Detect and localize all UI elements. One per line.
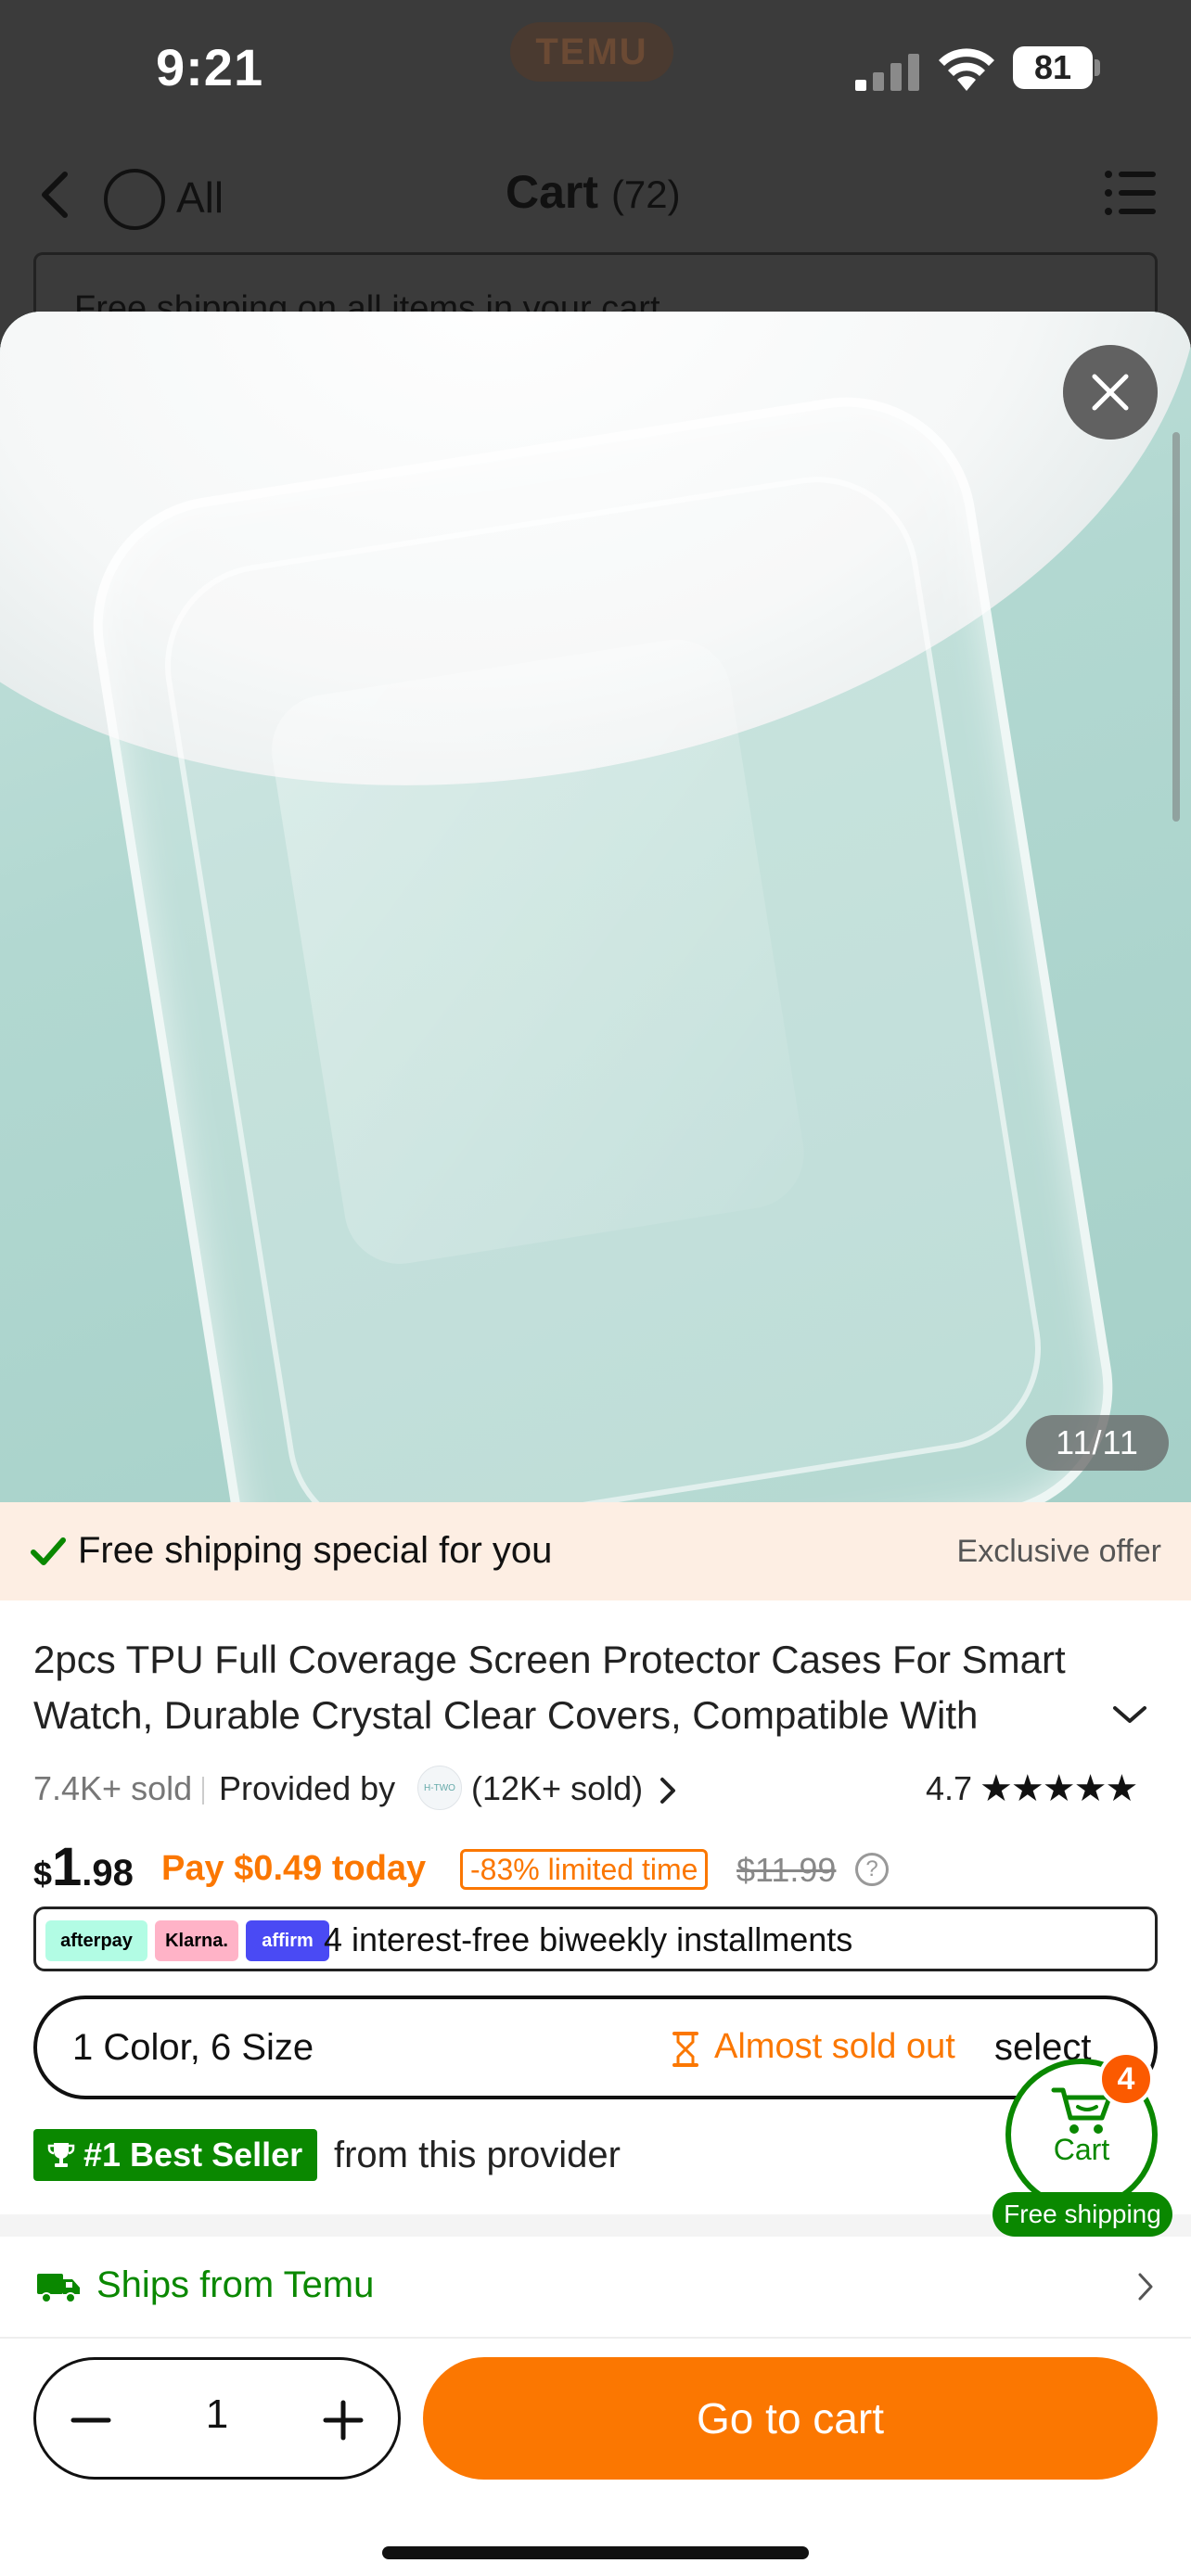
select-all-radio[interactable] xyxy=(104,169,165,230)
cart-title-text: Cart xyxy=(506,166,599,218)
exclusive-offer-text: Exclusive offer xyxy=(956,1534,1161,1569)
select-all-label: All xyxy=(176,173,224,222)
trophy-icon xyxy=(47,2143,75,2167)
provided-by-label[interactable]: Provided by xyxy=(219,1769,395,1808)
installments-box[interactable]: afterpay Klarna. affirm 4 interest-free … xyxy=(33,1906,1158,1971)
bestseller-label: #1 Best Seller xyxy=(83,2136,303,2174)
offer-strip: Free shipping special for you Exclusive … xyxy=(0,1502,1191,1600)
check-icon xyxy=(31,1537,66,1565)
product-image[interactable]: 11/11 xyxy=(0,312,1191,1502)
chevron-right-icon[interactable] xyxy=(659,1777,677,1804)
menu-icon[interactable] xyxy=(1104,169,1156,217)
image-counter: 11/11 xyxy=(1026,1415,1169,1471)
original-price: $11.99 xyxy=(736,1851,837,1889)
chevron-down-icon[interactable] xyxy=(1111,1702,1148,1727)
cart-count-badge: 4 xyxy=(1098,2051,1154,2107)
product-meta-row: 7.4K+ sold Provided by H-TWO (12K+ sold)… xyxy=(33,1764,1165,1816)
sold-count: 7.4K+ sold xyxy=(33,1769,193,1807)
sku-selector-button[interactable]: 1 Color, 6 Size Almost sold out select xyxy=(33,1996,1158,2099)
discount-badge: -83% limited time xyxy=(460,1849,709,1890)
scroll-indicator xyxy=(1172,432,1180,822)
current-price: $1.98 xyxy=(33,1837,134,1897)
rating-value: 4.7 xyxy=(926,1769,973,1807)
truck-icon xyxy=(37,2274,80,2303)
plus-icon[interactable] xyxy=(322,2399,365,2442)
status-time: 9:21 xyxy=(156,38,264,96)
help-icon[interactable]: ? xyxy=(855,1853,889,1886)
sku-summary: 1 Color, 6 Size xyxy=(72,2027,314,2068)
status-bar: 9:21 TEMU 81 xyxy=(0,0,1191,139)
quantity-value[interactable]: 1 xyxy=(175,2391,259,2438)
bottom-action-bar: 1 Go to cart xyxy=(0,2339,1191,2576)
wifi-icon xyxy=(939,48,994,91)
price-row: $1.98 Pay $0.49 today -83% limited time … xyxy=(33,1832,1165,1906)
hourglass-icon xyxy=(672,2032,698,2067)
offer-text: Free shipping special for you xyxy=(78,1530,553,1571)
afterpay-logo: afterpay xyxy=(45,1920,147,1961)
go-to-cart-button[interactable]: Go to cart xyxy=(423,2357,1158,2480)
klarna-logo: Klarna. xyxy=(155,1920,238,1961)
chevron-right-icon xyxy=(1138,2273,1153,2301)
rating-stars[interactable]: ★★★★★ xyxy=(980,1767,1138,1810)
affirm-logo: affirm xyxy=(246,1920,329,1961)
minus-icon[interactable] xyxy=(70,2399,112,2442)
seller-avatar[interactable]: H-TWO xyxy=(417,1766,462,1810)
signal-icon xyxy=(855,54,919,91)
product-sheet: 11/11 Free shipping special for you Excl… xyxy=(0,312,1191,2576)
cart-nav-bar: All Cart (72) xyxy=(0,148,1191,241)
cart-count: (72) xyxy=(610,172,681,216)
page-title: Cart (72) xyxy=(506,165,681,219)
free-shipping-pill: Free shipping xyxy=(992,2192,1172,2237)
floating-cart-label: Cart xyxy=(1053,2133,1110,2166)
close-button[interactable] xyxy=(1063,345,1158,440)
home-indicator[interactable] xyxy=(382,2546,809,2559)
ships-from-text: Ships from Temu xyxy=(96,2264,375,2305)
battery-icon: 81 xyxy=(1013,46,1102,89)
stock-warning: Almost sold out xyxy=(714,2027,955,2066)
bestseller-badge: #1 Best Seller xyxy=(33,2129,318,2181)
seller-sold-count[interactable]: (12K+ sold) xyxy=(471,1769,643,1808)
bestseller-suffix: from this provider xyxy=(334,2135,621,2175)
quantity-stepper: 1 xyxy=(33,2357,401,2480)
battery-level: 81 xyxy=(1013,46,1093,89)
pay-today-text: Pay $0.49 today xyxy=(161,1849,427,1888)
product-title: 2pcs TPU Full Coverage Screen Protector … xyxy=(33,1638,1066,1737)
image-case-shape xyxy=(74,378,1132,1502)
temu-logo: TEMU xyxy=(510,22,673,82)
ships-from-row[interactable]: Ships from Temu xyxy=(0,2237,1191,2339)
back-icon[interactable] xyxy=(37,167,74,223)
installments-text: 4 interest-free biweekly installments xyxy=(324,1920,853,1958)
